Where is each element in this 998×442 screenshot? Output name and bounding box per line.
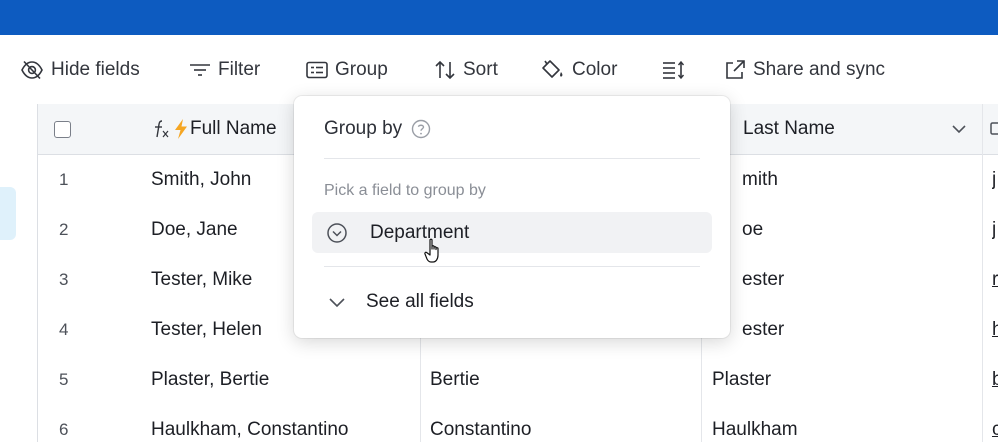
column-divider — [982, 104, 983, 442]
chevron-down-icon — [329, 297, 345, 307]
sidebar-pane — [0, 104, 38, 442]
full-name-cell[interactable]: Doe, Jane — [151, 205, 238, 255]
last-name-cell[interactable]: oe — [742, 205, 763, 255]
group-button[interactable]: Group — [306, 35, 388, 104]
external-link-icon — [726, 59, 745, 79]
sort-button[interactable]: Sort — [434, 35, 498, 104]
formula-icon — [155, 120, 169, 138]
column-header-email-icon[interactable] — [990, 104, 998, 154]
last-name-header-label: Last Name — [743, 118, 835, 139]
last-name-cell[interactable]: Haulkham — [712, 405, 798, 442]
last-name-cell[interactable]: ester — [742, 255, 784, 305]
row-number: 5 — [59, 370, 69, 389]
row-number: 3 — [59, 270, 69, 289]
last-name-cell[interactable]: mith — [742, 155, 778, 205]
row-number: 6 — [59, 420, 69, 439]
column-menu-chevron-icon[interactable] — [952, 104, 966, 154]
last-name-cell[interactable]: Plaster — [712, 355, 771, 405]
hand-pointer-cursor-icon — [424, 238, 439, 263]
sort-arrows-icon — [435, 60, 455, 79]
full-name-cell[interactable]: Tester, Mike — [151, 255, 252, 305]
group-by-title: Group by — [324, 118, 431, 140]
select-all-checkbox[interactable] — [54, 104, 71, 154]
sort-label: Sort — [463, 58, 498, 80]
row-number: 4 — [59, 320, 69, 339]
filter-icon — [190, 63, 210, 76]
filter-button[interactable]: Filter — [189, 35, 260, 104]
filter-label: Filter — [218, 58, 261, 80]
help-icon[interactable] — [411, 119, 431, 139]
group-by-popover: Group by Pick a field to group by Depart… — [294, 96, 730, 338]
email-cell[interactable]: j — [992, 155, 996, 205]
group-label: Group — [335, 58, 388, 80]
hide-fields-label: Hide fields — [51, 58, 140, 80]
full-name-cell[interactable]: Plaster, Bertie — [151, 355, 269, 405]
last-name-cell[interactable]: ester — [742, 305, 784, 355]
popover-divider — [324, 266, 700, 267]
group-option-department[interactable]: Department — [312, 212, 712, 253]
see-all-fields-button[interactable]: See all fields — [312, 281, 712, 322]
paint-bucket-icon — [542, 59, 563, 78]
email-cell[interactable]: c — [992, 405, 998, 442]
group-by-title-label: Group by — [324, 118, 403, 139]
table-row[interactable]: 6 Haulkham, Constantino Constantino Haul… — [38, 405, 998, 442]
row-number: 2 — [59, 220, 69, 239]
row-height-icon — [663, 60, 685, 79]
email-cell[interactable]: j — [992, 205, 996, 255]
full-name-cell[interactable]: Haulkham, Constantino — [151, 405, 349, 442]
email-cell[interactable]: r — [992, 255, 998, 305]
first-name-cell[interactable]: Constantino — [430, 405, 531, 442]
column-header-last-name[interactable]: Last Name — [743, 104, 835, 154]
color-button[interactable]: Color — [541, 35, 617, 104]
full-name-cell[interactable]: Tester, Helen — [151, 305, 262, 355]
sidebar-selected-item[interactable] — [0, 187, 16, 240]
see-all-fields-label: See all fields — [366, 290, 474, 312]
column-header-full-name[interactable]: Full Name — [151, 104, 277, 154]
first-name-cell[interactable]: Bertie — [430, 355, 480, 405]
hide-fields-button[interactable]: Hide fields — [20, 35, 140, 104]
single-select-icon — [327, 222, 347, 243]
eye-slash-icon — [21, 60, 43, 79]
department-option-label: Department — [370, 221, 470, 243]
full-name-header-label: Full Name — [190, 118, 277, 139]
share-and-sync-button[interactable]: Share and sync — [724, 35, 885, 104]
row-height-button[interactable] — [662, 35, 693, 104]
group-by-subtitle: Pick a field to group by — [324, 182, 486, 199]
email-cell[interactable]: h — [992, 305, 998, 355]
row-number: 1 — [59, 170, 69, 189]
color-label: Color — [572, 58, 618, 80]
view-toolbar: Hide fields Filter Group Sort Color Shar… — [0, 35, 998, 105]
share-and-sync-label: Share and sync — [753, 58, 886, 80]
table-row[interactable]: 5 Plaster, Bertie Bertie Plaster b — [38, 355, 998, 406]
lightning-icon — [175, 119, 187, 139]
email-cell[interactable]: b — [992, 355, 998, 405]
popover-divider — [324, 158, 700, 159]
top-app-bar — [0, 0, 998, 35]
group-icon — [306, 61, 328, 78]
full-name-cell[interactable]: Smith, John — [151, 155, 251, 205]
